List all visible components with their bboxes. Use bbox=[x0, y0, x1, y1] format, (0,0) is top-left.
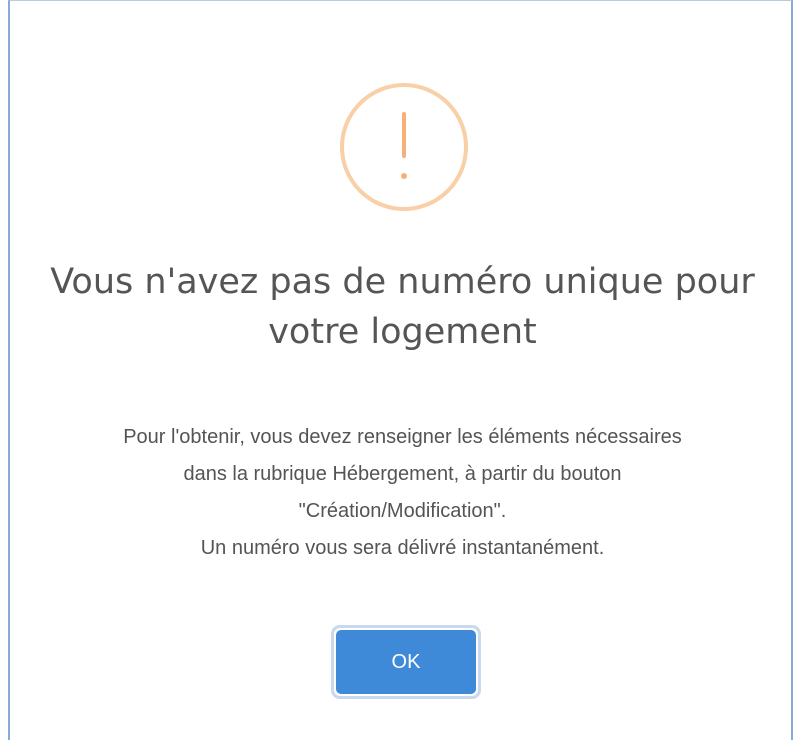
dialog-title: Vous n'avez pas de numéro unique pour vo… bbox=[50, 262, 755, 352]
ok-button[interactable]: OK bbox=[336, 630, 476, 694]
message-line: Un numéro vous sera délivré instantanéme… bbox=[200, 537, 605, 559]
exclamation-dot bbox=[401, 173, 407, 179]
ok-button-focus-ring: OK bbox=[331, 625, 481, 699]
alert-dialog: Vous n'avez pas de numéro unique pour vo… bbox=[8, 0, 793, 740]
message-line: dans la rubrique Hébergement, à partir d… bbox=[183, 463, 622, 485]
exclamation-bar bbox=[402, 112, 406, 158]
message-line: "Création/Modification". bbox=[298, 500, 507, 522]
warning-icon bbox=[340, 83, 468, 211]
dialog-message: Pour l'obtenir, vous devez renseigner le… bbox=[15, 419, 790, 567]
message-line: Pour l'obtenir, vous devez renseigner le… bbox=[123, 426, 682, 448]
